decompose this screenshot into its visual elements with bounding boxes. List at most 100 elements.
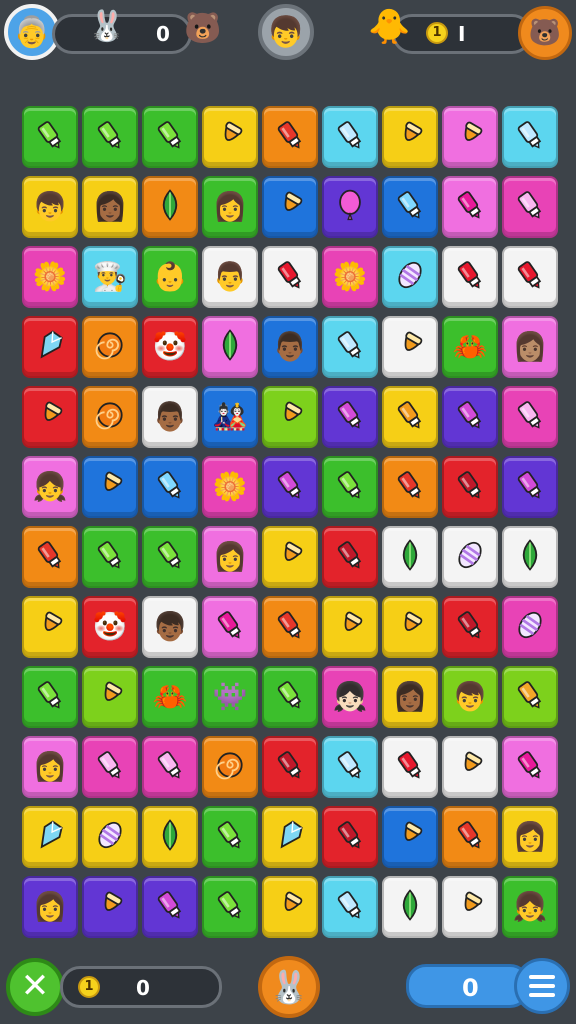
tile-cone[interactable] — [262, 876, 318, 938]
tile-character[interactable]: 👦 — [442, 666, 498, 728]
tile-marker[interactable] — [262, 456, 318, 518]
tile-marker[interactable] — [82, 736, 138, 798]
tile-marker[interactable] — [322, 526, 378, 588]
menu-button[interactable] — [514, 958, 570, 1014]
tile-leaf[interactable] — [382, 526, 438, 588]
tile-marker[interactable] — [202, 876, 258, 938]
tile-marker[interactable] — [82, 526, 138, 588]
shop-button[interactable]: 🐻 — [518, 6, 572, 60]
tile-marker[interactable] — [502, 736, 558, 798]
tile-marker[interactable] — [262, 736, 318, 798]
tile-character[interactable]: 👩🏾 — [82, 176, 138, 238]
tile-character[interactable]: 👨🏾 — [262, 316, 318, 378]
tile-character[interactable]: 🦀 — [142, 666, 198, 728]
tile-character[interactable]: 👩 — [22, 876, 78, 938]
tile-character[interactable]: 👧 — [502, 876, 558, 938]
tile-marker[interactable] — [442, 596, 498, 658]
tile-cone[interactable] — [322, 596, 378, 658]
tile-egg[interactable] — [382, 246, 438, 308]
tile-marker[interactable] — [382, 456, 438, 518]
tile-marker[interactable] — [502, 176, 558, 238]
tile-character[interactable]: 🤡 — [82, 596, 138, 658]
tile-character[interactable]: 👩 — [202, 176, 258, 238]
tile-spiral[interactable] — [82, 316, 138, 378]
tile-marker[interactable] — [322, 386, 378, 448]
tile-marker[interactable] — [442, 806, 498, 868]
tile-leaf[interactable] — [202, 316, 258, 378]
tile-marker[interactable] — [322, 106, 378, 168]
tile-character[interactable]: 🎎 — [202, 386, 258, 448]
tile-character[interactable]: 🌼 — [322, 246, 378, 308]
tile-cone[interactable] — [442, 106, 498, 168]
tile-marker[interactable] — [262, 246, 318, 308]
tile-character[interactable]: 👩🏽 — [502, 316, 558, 378]
tile-marker[interactable] — [502, 246, 558, 308]
tile-character[interactable]: 👩 — [202, 526, 258, 588]
tile-character[interactable]: 👨 — [202, 246, 258, 308]
tile-marker[interactable] — [322, 736, 378, 798]
tile-character[interactable]: 👩🏾 — [382, 666, 438, 728]
tile-cone[interactable] — [442, 876, 498, 938]
tile-cone[interactable] — [202, 106, 258, 168]
tile-leaf[interactable] — [382, 876, 438, 938]
tile-leaf[interactable] — [142, 806, 198, 868]
tile-cone[interactable] — [82, 456, 138, 518]
tile-character[interactable]: 👩 — [502, 806, 558, 868]
tile-character[interactable]: 🦀 — [442, 316, 498, 378]
tile-marker[interactable] — [502, 106, 558, 168]
tile-egg[interactable] — [502, 596, 558, 658]
tile-marker[interactable] — [502, 386, 558, 448]
tile-gem[interactable] — [22, 316, 78, 378]
tile-marker[interactable] — [142, 456, 198, 518]
tile-gem[interactable] — [262, 806, 318, 868]
tile-character[interactable]: 🌼 — [22, 246, 78, 308]
tile-marker[interactable] — [82, 106, 138, 168]
tile-cone[interactable] — [382, 106, 438, 168]
tile-balloon[interactable] — [322, 176, 378, 238]
tile-gem[interactable] — [22, 806, 78, 868]
close-button[interactable]: ✕ — [6, 958, 64, 1016]
tile-marker[interactable] — [382, 736, 438, 798]
tile-marker[interactable] — [262, 666, 318, 728]
tile-leaf[interactable] — [502, 526, 558, 588]
tile-marker[interactable] — [442, 176, 498, 238]
tile-character[interactable]: 👨‍🍳 — [82, 246, 138, 308]
tile-marker[interactable] — [322, 316, 378, 378]
tile-marker[interactable] — [322, 456, 378, 518]
tile-marker[interactable] — [22, 526, 78, 588]
tile-character[interactable]: 👧🏻 — [322, 666, 378, 728]
tile-character[interactable]: 👦 — [22, 176, 78, 238]
tile-marker[interactable] — [22, 666, 78, 728]
tile-marker[interactable] — [322, 876, 378, 938]
tile-marker[interactable] — [442, 386, 498, 448]
tile-marker[interactable] — [202, 596, 258, 658]
tile-cone[interactable] — [82, 666, 138, 728]
tile-cone[interactable] — [82, 876, 138, 938]
tile-leaf[interactable] — [142, 176, 198, 238]
tile-marker[interactable] — [442, 246, 498, 308]
tile-marker[interactable] — [142, 736, 198, 798]
tile-marker[interactable] — [502, 666, 558, 728]
rabbit-power-button[interactable]: 🐰 — [258, 956, 320, 1018]
tile-marker[interactable] — [502, 456, 558, 518]
tile-egg[interactable] — [442, 526, 498, 588]
tile-cone[interactable] — [262, 386, 318, 448]
tile-character[interactable]: 👾 — [202, 666, 258, 728]
tile-marker[interactable] — [382, 386, 438, 448]
tile-character[interactable]: 👧 — [22, 456, 78, 518]
tile-egg[interactable] — [82, 806, 138, 868]
tile-marker[interactable] — [262, 596, 318, 658]
tile-cone[interactable] — [22, 386, 78, 448]
tile-marker[interactable] — [262, 106, 318, 168]
tile-cone[interactable] — [382, 596, 438, 658]
tile-cone[interactable] — [382, 806, 438, 868]
tile-cone[interactable] — [382, 316, 438, 378]
tile-cone[interactable] — [262, 176, 318, 238]
tile-marker[interactable] — [442, 456, 498, 518]
tile-character[interactable]: 🤡 — [142, 316, 198, 378]
tile-character[interactable]: 👶 — [142, 246, 198, 308]
tile-cone[interactable] — [442, 736, 498, 798]
tile-character[interactable]: 👦🏾 — [142, 596, 198, 658]
tile-character[interactable]: 👨🏾 — [142, 386, 198, 448]
tile-cone[interactable] — [262, 526, 318, 588]
